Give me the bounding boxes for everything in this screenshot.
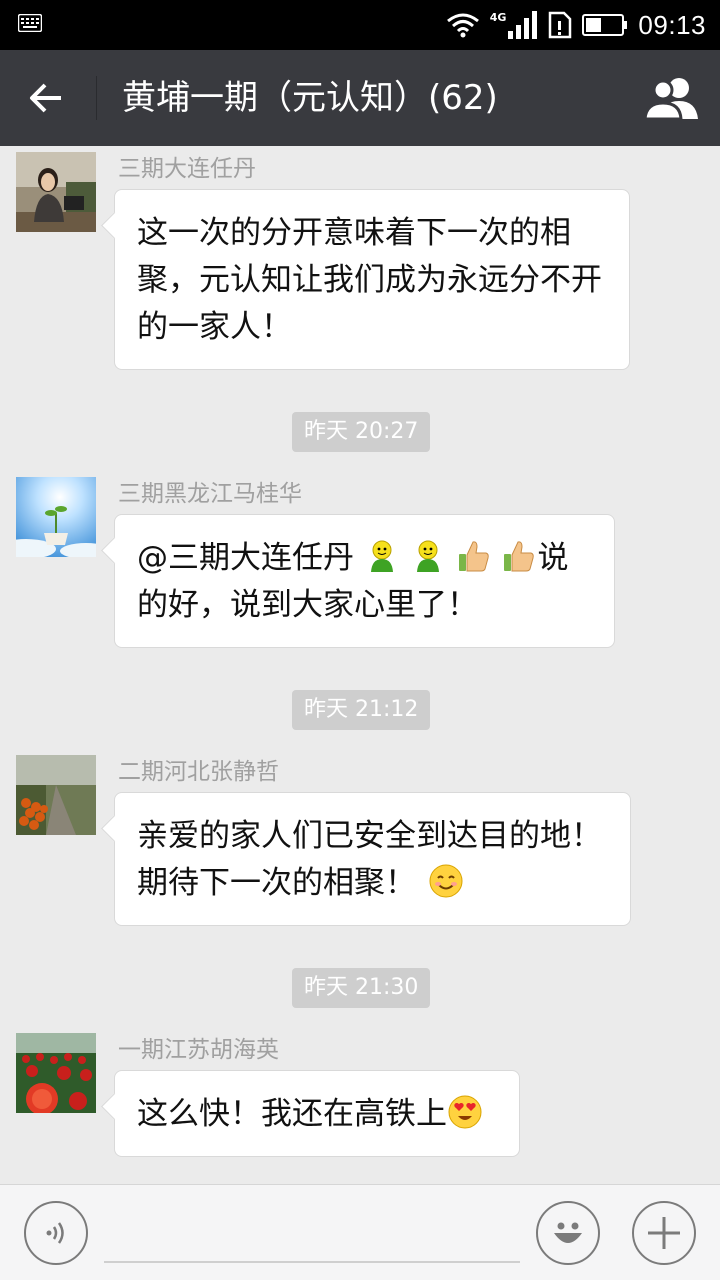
- more-button[interactable]: [632, 1201, 696, 1265]
- sender-name: 三期大连任丹: [118, 156, 256, 182]
- message-bubble[interactable]: 亲爱的家人们已安全到达目的地！期待下一次的相聚！: [114, 792, 631, 926]
- keyboard-icon: [18, 14, 42, 32]
- sender-name: 一期江苏胡海英: [118, 1037, 279, 1063]
- timestamp: 昨天 20:27: [292, 412, 431, 452]
- wifi-icon: [446, 13, 479, 38]
- avatar-sender-2[interactable]: [16, 477, 96, 557]
- timestamp: 昨天 21:12: [292, 690, 431, 730]
- heart-eyes-emoji: [448, 1095, 482, 1129]
- network-type: 4G: [489, 10, 507, 24]
- message-text: 这一次的分开意味着下一次的相聚，元认知让我们成为永远分不开的一家人！: [137, 215, 602, 345]
- sim-alert-icon: [549, 11, 572, 39]
- chat-title: 黄埔一期（元认知）(62): [122, 78, 498, 118]
- green-man-emoji: [370, 540, 393, 572]
- message-input[interactable]: [104, 1207, 520, 1263]
- mention-text: @三期大连任丹: [137, 540, 354, 576]
- message-bubble[interactable]: @三期大连任丹 说的好，说到大家心里了！: [114, 514, 615, 648]
- arrow-left-icon: [30, 83, 61, 113]
- plus-icon: [648, 1217, 680, 1249]
- sender-name: 三期黑龙江马桂华: [118, 481, 302, 507]
- title-divider: [96, 76, 97, 120]
- voice-button[interactable]: [24, 1201, 88, 1265]
- voice-icon: [46, 1222, 64, 1244]
- sender-name: 二期河北张静哲: [118, 759, 279, 785]
- input-bar: [0, 1184, 720, 1280]
- thumbs-up-emoji: [458, 541, 489, 572]
- smile-emoji: [429, 864, 463, 898]
- green-man-emoji: [416, 540, 439, 572]
- clock: 09:13: [638, 9, 706, 40]
- message-bubble[interactable]: 这一次的分开意味着下一次的相聚，元认知让我们成为永远分不开的一家人！: [114, 189, 630, 370]
- emoji-button[interactable]: [536, 1201, 600, 1265]
- back-button[interactable]: [18, 72, 74, 124]
- chat-screen: 4G 09:13 黄埔一期（元认知）(62) 三期大连任丹 这一次的分开意味着下…: [0, 0, 720, 1280]
- members-button[interactable]: [642, 72, 702, 124]
- timestamp: 昨天 21:30: [292, 968, 431, 1008]
- avatar-sender-1[interactable]: [16, 152, 96, 232]
- title-bar: 黄埔一期（元认知）(62): [0, 50, 720, 146]
- message-bubble[interactable]: 这么快！我还在高铁上: [114, 1070, 520, 1157]
- avatar-sender-3[interactable]: [16, 755, 96, 835]
- message-text: 亲爱的家人们已安全到达目的地！期待下一次的相聚！: [137, 818, 602, 901]
- group-icon: [644, 78, 698, 119]
- status-bar: 4G 09:13: [0, 0, 720, 50]
- signal-icon: [508, 11, 538, 39]
- thumbs-up-emoji: [504, 541, 535, 572]
- avatar-sender-4[interactable]: [16, 1033, 96, 1113]
- battery-icon: [582, 14, 628, 36]
- smiley-icon: [554, 1222, 582, 1243]
- message-text: 这么快！我还在高铁上: [137, 1096, 447, 1132]
